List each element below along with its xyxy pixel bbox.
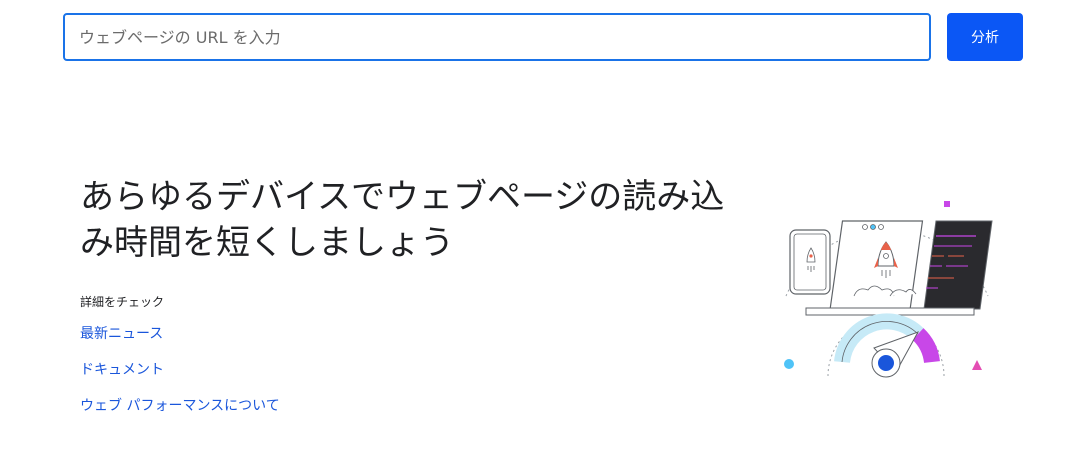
- link-latest-news[interactable]: 最新ニュース: [80, 323, 163, 343]
- square-icon: [944, 201, 950, 207]
- triangle-icon: [972, 360, 982, 370]
- link-documentation[interactable]: ドキュメント: [80, 359, 164, 379]
- link-about-web-performance[interactable]: ウェブ パフォーマンスについて: [80, 395, 280, 415]
- page: 分析 あらゆるデバイスでウェブページの読み込み時間を短くしましょう 詳細をチェッ…: [0, 0, 1077, 471]
- code-panel-icon: [923, 220, 993, 310]
- learn-more-heading: 詳細をチェック: [80, 295, 165, 309]
- browser-window-icon: [829, 220, 924, 310]
- page-title: あらゆるデバイスでウェブページの読み込み時間を短くしましょう: [80, 177, 725, 263]
- speed-illustration: [784, 201, 993, 378]
- phone-icon: [789, 229, 831, 295]
- speed-gauge-icon: [827, 313, 945, 378]
- url-input[interactable]: [63, 13, 931, 61]
- analyze-button[interactable]: 分析: [947, 13, 1023, 61]
- dot-icon: [784, 359, 794, 369]
